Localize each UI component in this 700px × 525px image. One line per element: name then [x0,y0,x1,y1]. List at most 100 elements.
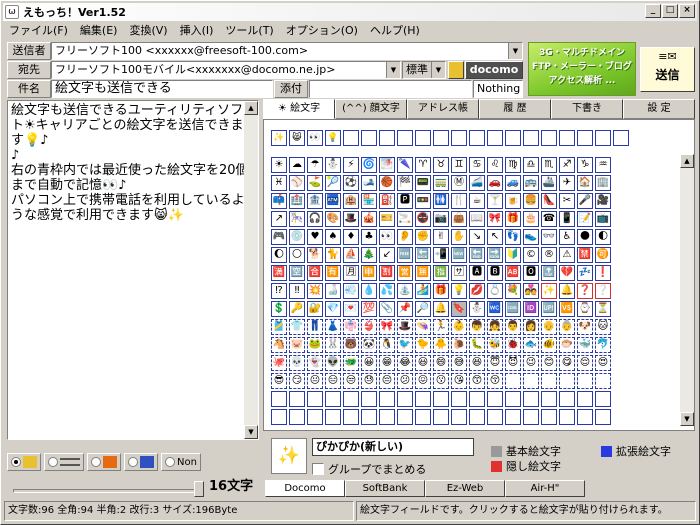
emoji-cell[interactable]: ☎ [541,211,557,227]
emoji-cell[interactable]: 🚢 [541,175,557,191]
emoji-cell[interactable]: 🈵 [271,265,287,281]
emoji-cell[interactable]: 😚 [487,373,503,389]
emoji-cell[interactable]: 😒 [343,373,359,389]
emoji-cell[interactable]: ♣ [361,229,377,245]
emoji-cell[interactable]: 🔖 [451,301,467,317]
emoji-cell[interactable]: 🎧 [307,211,323,227]
emoji-cell[interactable]: 👜 [451,211,467,227]
recent-emoji-cell[interactable] [451,130,467,146]
emoji-cell[interactable]: 🐻 [343,337,359,353]
emoji-cell[interactable]: 👣 [505,229,521,245]
emoji-cell[interactable]: 🏄 [415,283,431,299]
emoji-cell[interactable]: ⛄ [469,301,485,317]
emoji-cell[interactable]: 📱 [559,211,575,227]
scroll-up-icon[interactable]: ▲ [244,101,258,115]
emoji-cell[interactable]: ⚽ [343,175,359,191]
emoji-cell[interactable]: ↘ [469,229,485,245]
menu-options[interactable]: オプション(O) [280,22,364,38]
emoji-cell[interactable]: 📷 [433,211,449,227]
emoji-cell[interactable]: 🏪 [361,193,377,209]
emoji-cell[interactable]: 🏢 [595,175,611,191]
emoji-cell[interactable]: 👵 [559,319,575,335]
emoji-cell[interactable]: 👠 [541,193,557,209]
emoji-cell[interactable]: 😕 [397,373,413,389]
emoji-cell[interactable]: 🍔 [523,193,539,209]
emoji-cell[interactable] [451,409,467,425]
emoji-cell[interactable]: 😏 [289,373,305,389]
scroll-down-icon[interactable]: ▼ [244,425,258,439]
emoji-cell[interactable]: 😊 [541,355,557,371]
emoji-cell[interactable]: 😍 [595,355,611,371]
recent-emoji-cell[interactable] [343,130,359,146]
emoji-cell[interactable]: 🎩 [343,211,359,227]
maximize-button[interactable]: □ [662,4,678,18]
menu-help[interactable]: ヘルプ(H) [364,22,426,38]
emoji-cell[interactable]: 🏦 [307,193,323,209]
emoji-cell[interactable]: 🎂 [523,211,539,227]
recent-emoji-cell[interactable] [505,130,521,146]
emoji-cell[interactable]: 🐳 [577,337,593,353]
emoji-cell[interactable] [415,409,431,425]
emoji-cell[interactable] [523,409,539,425]
tab-history[interactable]: 履 歴 [479,99,551,119]
emoji-cell[interactable]: 🐦 [397,337,413,353]
emoji-cell[interactable]: 🎥 [595,193,611,209]
tab-drafts[interactable]: 下書き [551,99,623,119]
sender-select[interactable]: フリーソフト100 <xxxxxx@freesoft-100.com> ▼ [51,42,523,60]
emoji-cell[interactable] [559,373,575,389]
emoji-cell[interactable]: 🆒 [505,301,521,317]
emoji-cell[interactable]: 😇 [487,355,503,371]
emoji-cell[interactable]: ⌚ [577,301,593,317]
tab-settings[interactable]: 設 定 [623,99,695,119]
emoji-cell[interactable]: ❗ [595,265,611,281]
tab-softbank[interactable]: SoftBank [345,480,425,497]
emoji-cell[interactable] [469,391,485,407]
emoji-cell[interactable]: 🔔 [433,301,449,317]
emoji-cell[interactable]: 🎿 [361,175,377,191]
emoji-cell[interactable]: 🚗 [487,175,503,191]
radio-plain[interactable] [44,453,84,471]
emoji-cell[interactable]: ⁉ [271,283,287,299]
emoji-cell[interactable]: 👂 [397,229,413,245]
emoji-cell[interactable]: 🈹 [379,265,395,281]
emoji-cell[interactable]: 🌀 [361,157,377,173]
emoji-cell[interactable]: 🆎 [505,265,521,281]
recent-emoji-cell[interactable] [433,130,449,146]
recent-emoji-cell[interactable] [469,130,485,146]
menu-insert[interactable]: 挿入(I) [174,22,220,38]
emoji-cell[interactable]: 💍 [487,283,503,299]
emoji-cell[interactable]: 🈷 [343,265,359,281]
emoji-cell[interactable]: ☂ [307,157,323,173]
emoji-cell[interactable]: 🍺 [505,193,521,209]
emoji-cell[interactable]: ↙ [379,247,395,263]
emoji-cell[interactable]: 🐶 [577,319,593,335]
tab-kaomoji[interactable]: (^^) 顔文字 [335,99,407,119]
emoji-cell[interactable]: 👨 [505,319,521,335]
emoji-cell[interactable]: 👘 [343,319,359,335]
emoji-cell[interactable] [541,391,557,407]
emoji-cell[interactable] [577,409,593,425]
emoji-cell[interactable]: 💤 [577,265,593,281]
emoji-cell[interactable]: ↗ [271,211,287,227]
emoji-cell[interactable]: 🐼 [361,337,377,353]
send-button[interactable]: ≡✉ 送信 [640,47,695,92]
emoji-cell[interactable] [325,409,341,425]
emoji-cell[interactable]: ♍ [505,157,521,173]
chevron-down-icon[interactable]: ▼ [431,62,445,78]
emoji-cell[interactable] [379,391,395,407]
emoji-cell[interactable] [559,409,575,425]
emoji-cell[interactable]: 💧 [361,283,377,299]
emoji-cell[interactable]: 🎁 [505,211,521,227]
emoji-cell[interactable]: 🏀 [379,175,395,191]
emoji-cell[interactable]: 🐸 [307,337,323,353]
radio-docomo[interactable] [7,453,41,471]
tab-ezweb[interactable]: Ez-Web [425,480,505,497]
emoji-cell[interactable]: 🚙 [505,175,521,191]
emoji-cell[interactable] [523,373,539,389]
emoji-cell[interactable] [307,391,323,407]
emoji-cell[interactable]: 🌔 [271,247,287,263]
emoji-cell[interactable]: 🐤 [415,337,431,353]
emoji-cell[interactable]: 👖 [307,319,323,335]
char-limit-slider[interactable] [13,479,204,497]
slider-thumb[interactable] [194,481,204,497]
